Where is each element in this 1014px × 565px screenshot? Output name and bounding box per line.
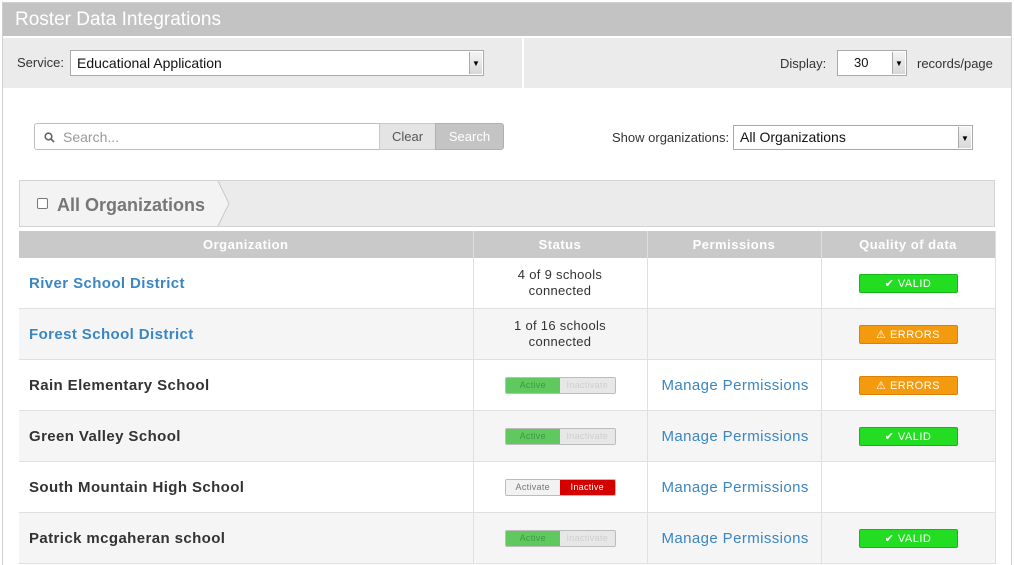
organizations-table: Organization Status Permissions Quality … — [19, 231, 996, 564]
breadcrumb-item-all-organizations[interactable]: All Organizations — [20, 181, 216, 226]
toggle-active[interactable]: Active — [505, 428, 560, 444]
quality-badge-valid: ✔ VALID — [858, 273, 958, 293]
status-text: 4 of 9 schools — [517, 267, 603, 282]
organization-link[interactable]: River School District — [19, 258, 474, 309]
quality-badge-errors: ⚠ ERRORS — [858, 324, 958, 344]
warning-icon: ⚠ — [876, 379, 887, 392]
organization-name: Rain Elementary School — [19, 359, 474, 411]
quality-cell — [821, 461, 996, 513]
organization-name: Green Valley School — [19, 410, 474, 462]
check-icon: ✔ — [884, 532, 895, 545]
manage-permissions-link[interactable]: Manage Permissions — [647, 359, 822, 411]
chevron-down-icon: ▼ — [892, 52, 905, 74]
status-cell: 1 of 16 schools connected — [473, 308, 648, 360]
quality-cell: ✔ VALID — [821, 258, 996, 309]
warning-icon: ⚠ — [876, 328, 887, 341]
toggle-inactivate[interactable]: Inactivate — [560, 530, 615, 546]
quality-badge-text: VALID — [897, 277, 932, 290]
quality-badge-text: VALID — [897, 430, 932, 443]
organization-filter-value: All Organizations — [740, 129, 846, 145]
table-row: South Mountain High School Activate Inact… — [19, 461, 996, 513]
table-row: Rain Elementary School Active Inactivate … — [19, 359, 996, 411]
quality-badge-text: ERRORS — [889, 379, 940, 392]
service-select[interactable]: Educational Application ▼ — [70, 50, 484, 76]
chevron-down-icon: ▼ — [469, 52, 482, 74]
table-row: River School District 4 of 9 schools con… — [19, 258, 996, 309]
status-cell: Active Inactivate — [473, 410, 648, 462]
display-label: Display: — [780, 56, 827, 71]
status-toggle[interactable]: Active Inactivate — [504, 376, 616, 394]
column-header-quality[interactable]: Quality of data — [821, 231, 996, 258]
chevron-down-icon: ▼ — [958, 127, 971, 148]
search-icon — [44, 132, 55, 143]
quality-badge-errors: ⚠ ERRORS — [858, 375, 958, 395]
records-per-page-label: records/page — [917, 56, 993, 71]
status-toggle[interactable]: Active Inactivate — [504, 427, 616, 445]
quality-cell: ⚠ ERRORS — [821, 308, 996, 360]
page-title: Roster Data Integrations — [3, 3, 1011, 36]
search-button[interactable]: Search — [435, 123, 504, 150]
display-select[interactable]: 30 ▼ — [837, 50, 907, 76]
status-cell: Activate Inactive — [473, 461, 648, 513]
table-row: Patrick mcgaheran school Active Inactivat… — [19, 512, 996, 564]
toggle-inactivate[interactable]: Inactivate — [560, 428, 615, 444]
status-text: connected — [528, 283, 592, 298]
organization-name: Patrick mcgaheran school — [19, 512, 474, 564]
search-box — [34, 123, 380, 150]
table-row: Green Valley School Active Inactivate Man… — [19, 410, 996, 462]
roster-panel: Roster Data Integrations Service: Educat… — [2, 2, 1012, 565]
permissions-cell — [647, 308, 822, 360]
status-cell: 4 of 9 schools connected — [473, 258, 648, 309]
permissions-cell — [647, 258, 822, 309]
table-header-row: Organization Status Permissions Quality … — [19, 231, 996, 258]
check-icon: ✔ — [884, 277, 895, 290]
toggle-activate[interactable]: Activate — [505, 479, 560, 495]
toggle-inactivate[interactable]: Inactivate — [560, 377, 615, 393]
service-select-value: Educational Application — [77, 55, 222, 71]
table-row: Forest School District 1 of 16 schools c… — [19, 308, 996, 360]
column-header-status[interactable]: Status — [473, 231, 648, 258]
quality-cell: ⚠ ERRORS — [821, 359, 996, 411]
check-icon: ✔ — [884, 430, 895, 443]
display-bar: Display: 30 ▼ records/page — [524, 38, 1011, 88]
manage-permissions-link[interactable]: Manage Permissions — [647, 410, 822, 462]
service-bar: Service: Educational Application ▼ — [3, 38, 522, 88]
breadcrumb-label: All Organizations — [57, 195, 206, 215]
status-text: 1 of 16 schools — [514, 318, 606, 333]
column-header-organization[interactable]: Organization — [19, 231, 474, 258]
manage-permissions-link[interactable]: Manage Permissions — [647, 461, 822, 513]
toggle-active[interactable]: Active — [505, 377, 560, 393]
quality-badge-valid: ✔ VALID — [858, 528, 958, 548]
search-input[interactable] — [63, 127, 363, 146]
quality-cell: ✔ VALID — [821, 410, 996, 462]
status-text: connected — [528, 334, 592, 349]
breadcrumb-arrow-icon — [216, 181, 230, 226]
select-all-checkbox[interactable] — [37, 198, 48, 209]
quality-badge-valid: ✔ VALID — [858, 426, 958, 446]
breadcrumb: All Organizations — [19, 180, 995, 227]
status-toggle[interactable]: Activate Inactive — [504, 478, 616, 496]
quality-cell: ✔ VALID — [821, 512, 996, 564]
organization-name: South Mountain High School — [19, 461, 474, 513]
display-select-value: 30 — [854, 55, 869, 70]
quality-badge-text: ERRORS — [889, 328, 940, 341]
status-cell: Active Inactivate — [473, 512, 648, 564]
status-toggle[interactable]: Active Inactivate — [504, 529, 616, 547]
show-organizations-label: Show organizations: — [612, 130, 730, 145]
manage-permissions-link[interactable]: Manage Permissions — [647, 512, 822, 564]
toggle-inactive[interactable]: Inactive — [560, 479, 615, 495]
service-label: Service: — [17, 55, 64, 70]
clear-button[interactable]: Clear — [379, 123, 436, 150]
organization-filter-select[interactable]: All Organizations ▼ — [733, 125, 973, 150]
quality-badge-text: VALID — [897, 532, 932, 545]
organization-link[interactable]: Forest School District — [19, 308, 474, 360]
toggle-active[interactable]: Active — [505, 530, 560, 546]
column-header-permissions[interactable]: Permissions — [647, 231, 822, 258]
status-cell: Active Inactivate — [473, 359, 648, 411]
